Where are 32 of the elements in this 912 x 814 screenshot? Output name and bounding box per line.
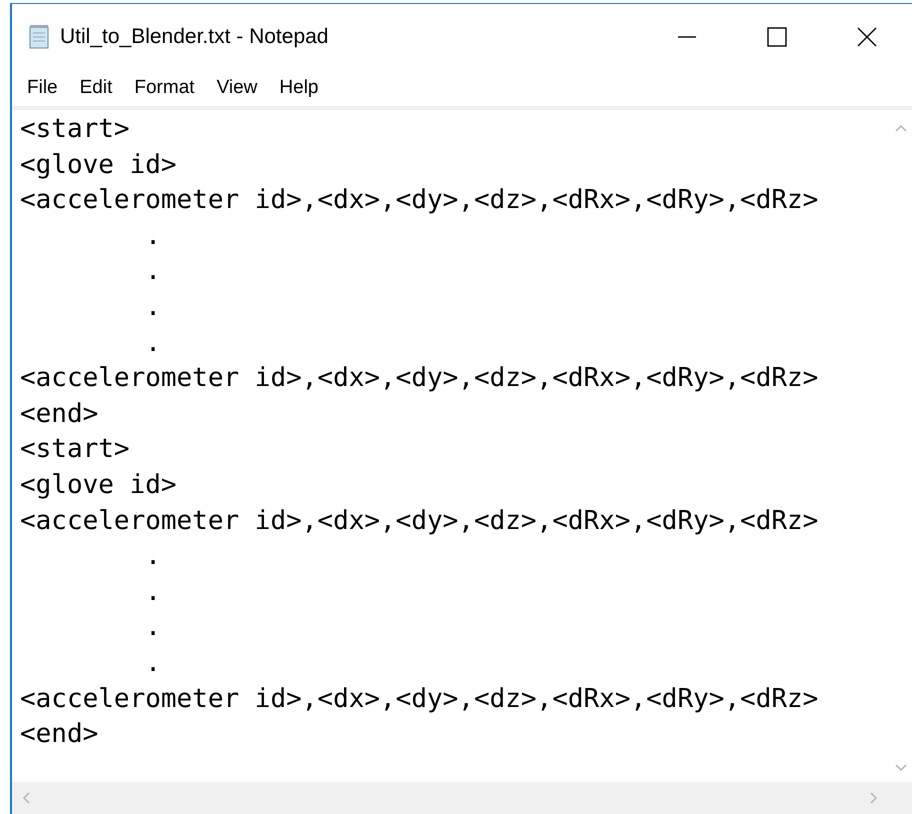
horizontal-scrollbar[interactable]	[12, 782, 912, 814]
text-line: <start>	[20, 433, 131, 466]
menu-item[interactable]: View	[206, 77, 268, 99]
text-line: <accelerometer id>,<dx>,<dy>,<dz>,<dRx>,<dRy>,<dRz>	[20, 362, 820, 396]
scroll-right-icon[interactable]	[870, 792, 878, 804]
text-line: <accelerometer id>,<dx>,<dy>,<dz>,<dRx>,<dRy>,<dRz>	[20, 504, 820, 538]
text-line: <accelerometer id>,<dx>,<dy>,<dz>,<dRx>,<dRy>,<dRz>	[20, 184, 820, 218]
menu-item[interactable]: Edit	[68, 77, 124, 99]
text-line: .	[144, 576, 162, 609]
text-line: <accelerometer id>,<dx>,<dy>,<dz>,<dRx>,<dRy>,<dRz>	[20, 682, 820, 716]
window-title: Util_to_Blender.txt - Notepad	[60, 25, 328, 49]
text-line: .	[144, 611, 162, 644]
menu-item[interactable]: Help	[268, 77, 330, 99]
close-icon	[856, 26, 878, 48]
text-line: <end>	[20, 718, 100, 752]
text-line: .	[144, 255, 162, 288]
menu-item[interactable]: File	[16, 77, 69, 99]
text-line: <glove id>	[20, 148, 178, 182]
text-line: .	[144, 540, 162, 574]
text-line: .	[144, 290, 162, 324]
text-line: .	[144, 646, 162, 680]
minimize-icon	[678, 36, 696, 38]
text-line: <start>	[20, 113, 131, 146]
text-line: .	[144, 326, 162, 360]
menu-item[interactable]: Format	[123, 77, 206, 99]
text-line: .	[144, 220, 162, 253]
maximize-icon	[766, 26, 788, 48]
text-line: <end>	[20, 398, 100, 431]
scroll-up-icon[interactable]	[895, 124, 907, 132]
text-line: <glove id>	[20, 468, 178, 502]
scroll-down-icon[interactable]	[895, 764, 907, 772]
scroll-left-icon[interactable]	[22, 792, 30, 804]
